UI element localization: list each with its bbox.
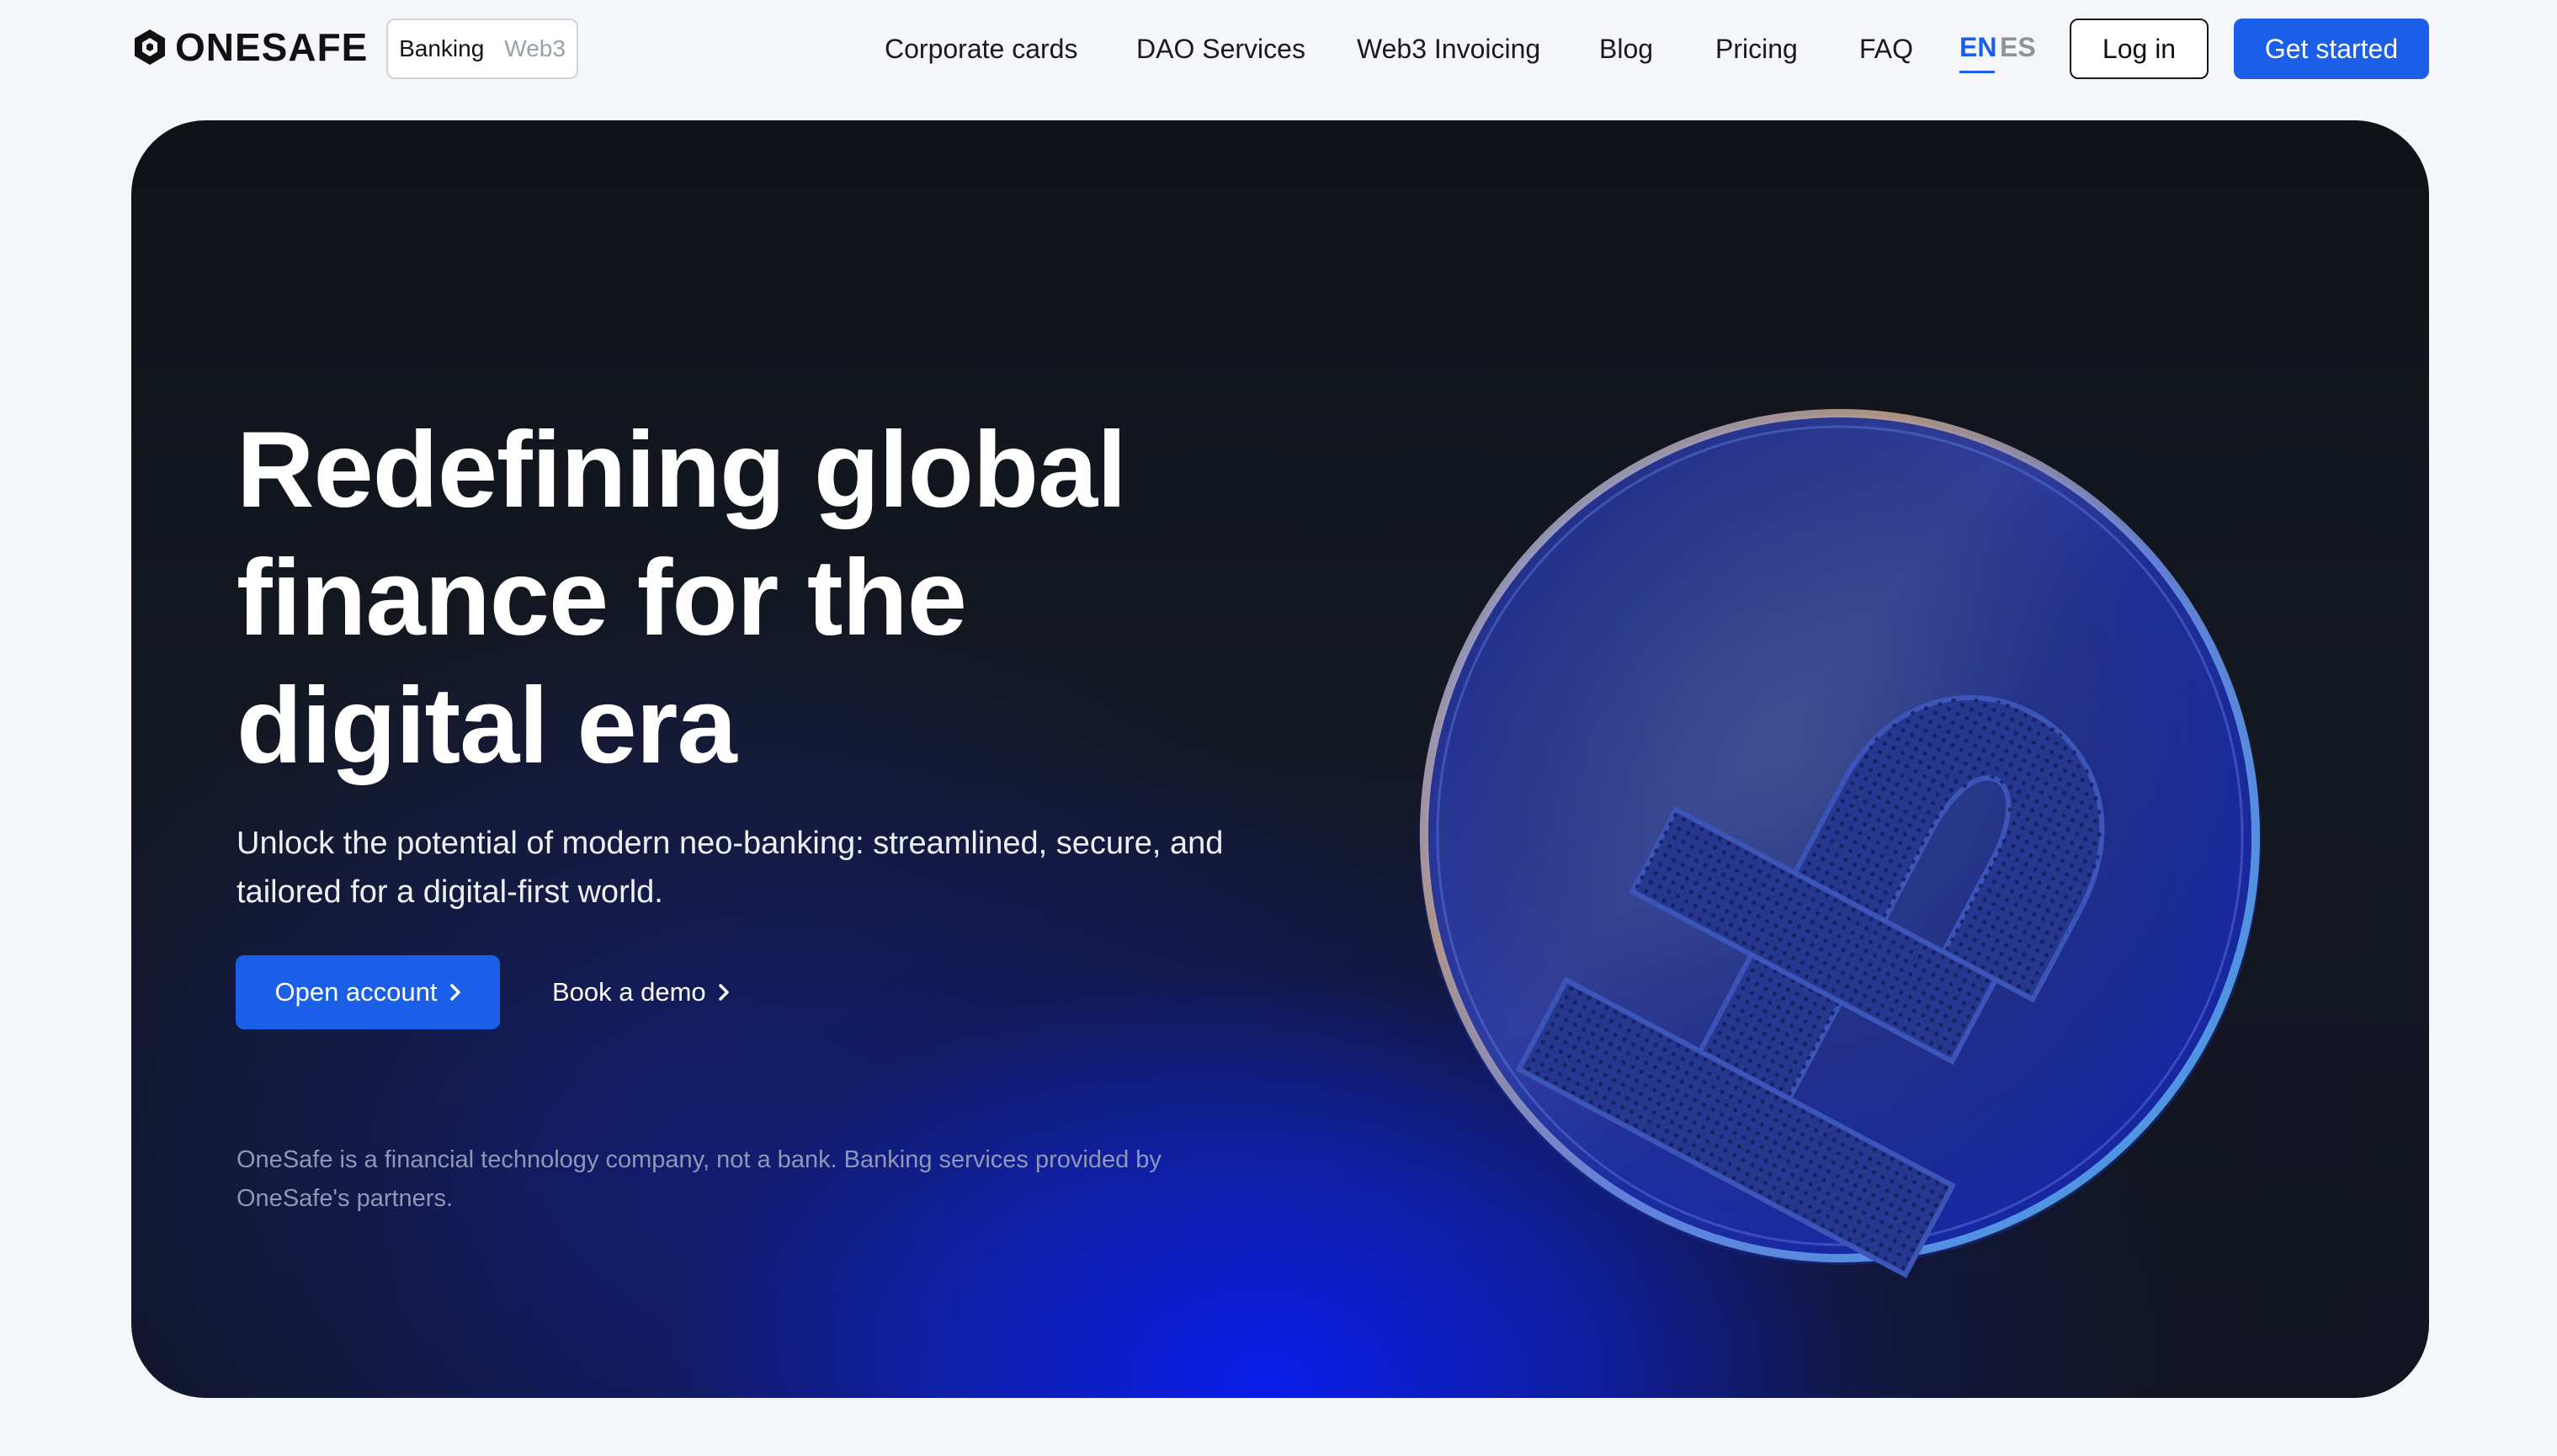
disclaimer-line: OneSafe is a financial technology compan… — [237, 1146, 1162, 1173]
hero-title-line: digital era — [237, 666, 737, 786]
nav-item-corporate-cards[interactable]: Corporate cards — [885, 32, 1077, 66]
toggle-option-banking[interactable]: Banking — [399, 35, 484, 62]
login-button[interactable]: Log in — [2070, 19, 2209, 79]
banking-web3-toggle[interactable]: Banking Web3 — [386, 19, 578, 79]
nav-item-dao-services[interactable]: DAO Services — [1136, 32, 1305, 66]
nav-item-blog[interactable]: Blog — [1599, 32, 1653, 66]
hero-subtitle-line: Unlock the potential of modern neo-banki… — [237, 826, 1224, 861]
nav-item-pricing[interactable]: Pricing — [1715, 32, 1798, 66]
chevron-right-icon — [449, 984, 460, 1001]
brand-logo-text: ONESAFE — [175, 25, 369, 69]
hexagon-logo-icon — [135, 29, 165, 65]
hero-title: Redefining global finance for the digita… — [237, 407, 1331, 790]
top-navigation: ONESAFE Banking Web3 Corporate cards DAO… — [0, 0, 2557, 99]
chevron-right-icon — [718, 984, 729, 1001]
toggle-option-web3[interactable]: Web3 — [504, 35, 566, 62]
open-account-button[interactable]: Open account — [236, 955, 500, 1029]
open-account-label: Open account — [274, 977, 438, 1007]
book-demo-label: Book a demo — [552, 977, 706, 1007]
book-demo-link[interactable]: Book a demo — [552, 955, 730, 1029]
nav-item-faq[interactable]: FAQ — [1859, 32, 1913, 66]
language-en[interactable]: EN — [1959, 30, 1996, 64]
nav-item-web3-invoicing[interactable]: Web3 Invoicing — [1357, 32, 1540, 66]
brand-logo[interactable]: ONESAFE — [130, 22, 368, 72]
language-active-indicator — [1959, 71, 1995, 73]
get-started-button[interactable]: Get started — [2234, 19, 2429, 79]
disclaimer-line: OneSafe's partners. — [237, 1185, 454, 1212]
hero-subtitle: Unlock the potential of modern neo-banki… — [237, 819, 1280, 917]
hero-subtitle-line: tailored for a digital-first world. — [237, 874, 663, 910]
hero-title-line: Redefining global — [237, 410, 1127, 530]
hero-title-line: finance for the — [237, 538, 967, 658]
pound-coin-illustration — [1419, 409, 2262, 1278]
legal-disclaimer: OneSafe is a financial technology compan… — [237, 1140, 1263, 1218]
language-es[interactable]: ES — [2000, 30, 2036, 64]
hero-section: Redefining global finance for the digita… — [131, 120, 2429, 1398]
